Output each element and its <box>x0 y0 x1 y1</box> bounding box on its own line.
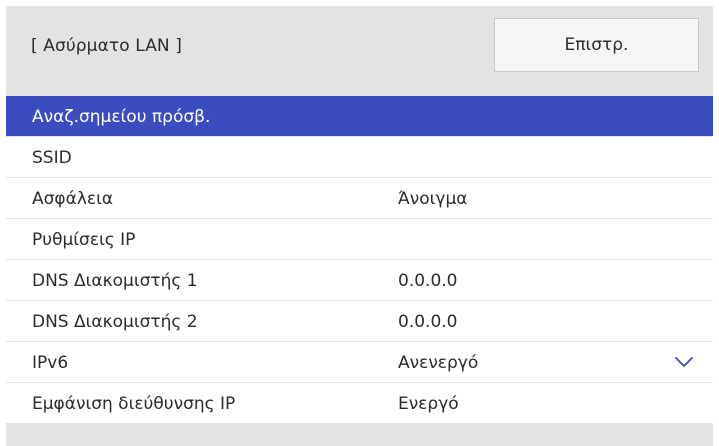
back-button[interactable]: Επιστρ. <box>494 18 699 72</box>
row-label: DNS Διακομιστής 2 <box>32 312 198 332</box>
row-label: Αναζ.σημείου πρόσβ. <box>32 107 211 127</box>
row-label: Ρυθμίσεις IP <box>32 230 136 250</box>
menu-header: [ Ασύρματο LAN ] Επιστρ. <box>6 6 713 86</box>
row-dns-server-1[interactable]: DNS Διακομιστής 1 0.0.0.0 <box>6 260 713 300</box>
row-access-point-search[interactable]: Αναζ.σημείου πρόσβ. <box>6 96 713 136</box>
row-display-ip-address[interactable]: Εμφάνιση διεύθυνσης IP Ενεργό <box>6 383 713 423</box>
row-ipv6[interactable]: IPv6 Ανενεργό <box>6 342 713 382</box>
chevron-down-icon[interactable] <box>675 356 693 368</box>
wireless-lan-menu: [ Ασύρματο LAN ] Επιστρ. Αναζ.σημείου πρ… <box>6 6 713 446</box>
row-value: 0.0.0.0 <box>398 312 458 332</box>
settings-list: Αναζ.σημείου πρόσβ. SSID Ασφάλεια Άνοιγμ… <box>6 96 713 424</box>
row-label: Εμφάνιση διεύθυνσης IP <box>32 394 236 414</box>
row-value: Ενεργό <box>398 394 459 414</box>
row-value: 0.0.0.0 <box>398 271 458 291</box>
row-dns-server-2[interactable]: DNS Διακομιστής 2 0.0.0.0 <box>6 301 713 341</box>
row-ssid[interactable]: SSID <box>6 137 713 177</box>
row-label: DNS Διακομιστής 1 <box>32 271 198 291</box>
row-value: Άνοιγμα <box>398 189 468 209</box>
row-label: SSID <box>32 148 72 168</box>
row-ip-settings[interactable]: Ρυθμίσεις IP <box>6 219 713 259</box>
row-label: Ασφάλεια <box>32 189 114 209</box>
menu-title: [ Ασύρματο LAN ] <box>31 36 182 56</box>
row-value: Ανενεργό <box>398 353 479 373</box>
row-label: IPv6 <box>32 353 69 373</box>
row-security[interactable]: Ασφάλεια Άνοιγμα <box>6 178 713 218</box>
